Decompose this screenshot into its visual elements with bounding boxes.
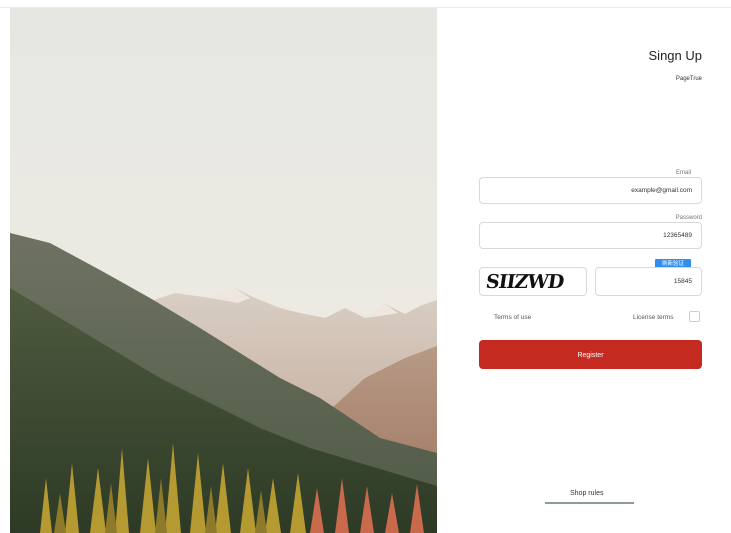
shop-rules-underline [545, 502, 634, 504]
shop-rules-link[interactable]: Shop rules [570, 490, 603, 497]
captcha-value: 15845 [673, 278, 692, 285]
license-terms-label: License terms [633, 314, 674, 321]
page-subtitle: PageTrue [675, 76, 702, 82]
password-field[interactable]: 12365489 [479, 222, 702, 249]
terms-of-use-link[interactable]: Terms of use [494, 314, 531, 321]
email-value: example@gmail.com [631, 187, 692, 194]
register-button[interactable]: Register [479, 340, 702, 369]
license-checkbox[interactable] [689, 311, 700, 322]
password-label: Password [675, 215, 702, 221]
captcha-input[interactable]: 15845 [595, 267, 702, 296]
captcha-image-text: SIIZWD [484, 271, 565, 293]
password-value: 12365489 [663, 232, 692, 239]
landscape-image [10, 8, 437, 533]
page-title: Singn Up [648, 48, 702, 63]
email-label: Email [675, 170, 691, 176]
email-field[interactable]: example@gmail.com [479, 177, 702, 204]
signup-panel: Singn Up PageTrue Email example@gmail.co… [437, 8, 731, 533]
captcha-image[interactable]: SIIZWD [479, 267, 587, 296]
